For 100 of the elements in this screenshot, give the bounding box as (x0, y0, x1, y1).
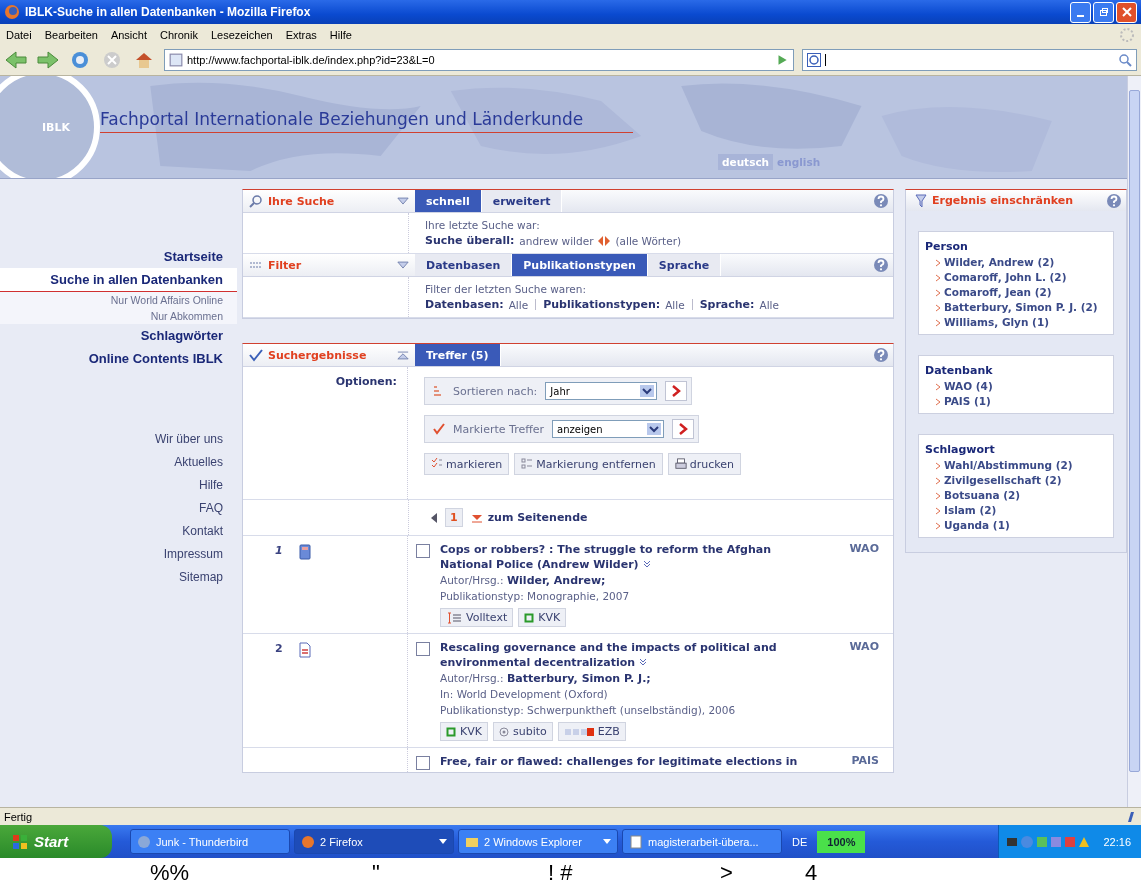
help-icon[interactable] (873, 347, 889, 363)
facet-link[interactable]: Williams, Glyn (1) (925, 316, 1107, 328)
sidebar-item[interactable]: Hilfe (0, 474, 237, 497)
go-button[interactable] (665, 381, 688, 401)
facet-link[interactable]: Zivilgesellschaft (2) (925, 474, 1107, 486)
arrows-icon[interactable] (598, 235, 611, 246)
sidebar-item[interactable]: Startseite (0, 245, 237, 268)
author-name[interactable]: Batterbury, Simon P. J.; (506, 672, 651, 685)
status-icon (1125, 810, 1137, 823)
action-button[interactable]: markieren (424, 453, 510, 475)
panel-header[interactable]: Ihre Suche (243, 190, 415, 212)
query-label: Suche überall: (425, 234, 515, 247)
tab[interactable]: Sprache (647, 254, 722, 276)
zoom-indicator[interactable]: 100% (817, 830, 866, 853)
record-title[interactable]: Rescaling governance and the impacts of political and environmental decentralization (440, 640, 810, 670)
checkbox[interactable] (416, 756, 430, 770)
help-icon[interactable] (873, 257, 889, 273)
sidebar-item[interactable]: Impressum (0, 543, 237, 566)
facet-link[interactable]: PAIS (1) (925, 395, 1107, 407)
link-button[interactable]: EZB (557, 722, 626, 741)
menu-item[interactable]: Bearbeiten (44, 28, 98, 41)
page-icon (169, 53, 183, 67)
double-chevron-icon[interactable] (642, 560, 651, 568)
print-button[interactable]: drucken (667, 453, 742, 475)
action-button[interactable]: Markierung entfernen (514, 453, 663, 475)
record-detail: In: World Development (Oxford) (440, 687, 609, 702)
scrollbar[interactable] (1127, 76, 1141, 807)
menu-item[interactable]: Ansicht (110, 28, 147, 41)
checkbox[interactable] (416, 544, 430, 558)
firefox-icon (4, 4, 20, 20)
menu-item[interactable]: Hilfe (329, 28, 352, 41)
tab[interactable]: Treffer (5) (415, 344, 501, 366)
sidebar-item[interactable]: Nur World Affairs Online (0, 292, 237, 308)
help-icon[interactable] (1106, 192, 1122, 209)
facet-link[interactable]: Wilder, Andrew (2) (925, 256, 1107, 268)
checkbox[interactable] (416, 642, 430, 656)
sidebar-item[interactable]: Aktuelles (0, 451, 237, 474)
maximize-button[interactable] (1093, 1, 1114, 23)
chevron-icon (671, 385, 682, 397)
menu-item[interactable]: Datei (6, 28, 32, 41)
record-title[interactable]: Free, fair or flawed: challenges for legitimate elections in (440, 754, 810, 769)
tab[interactable]: Datenbasen (415, 254, 513, 276)
dropdown-arrow-icon[interactable] (647, 423, 662, 435)
minimize-button[interactable] (1070, 1, 1091, 23)
record-title[interactable]: Cops or robbers? : The struggle to reform the Afghan National Police (Andrew Wilder) (440, 542, 810, 572)
help-icon[interactable] (873, 193, 889, 209)
back-arrow-icon[interactable] (4, 50, 28, 70)
sidebar-item[interactable]: Nur Abkommen (0, 308, 237, 324)
facet-link[interactable]: WAO (4) (925, 380, 1107, 392)
collapse-icon[interactable] (397, 196, 409, 206)
page-end-link[interactable]: zum Seitenende (470, 511, 588, 524)
start-button[interactable]: Start (0, 825, 112, 858)
facet-link[interactable]: Uganda (1) (925, 519, 1107, 531)
taskbar-button[interactable]: 2 Firefox (294, 829, 454, 854)
sidebar-item[interactable]: FAQ (0, 497, 237, 520)
search-engine-icon[interactable] (807, 53, 821, 67)
search-icon[interactable] (1118, 53, 1132, 67)
marked-dropdown[interactable]: anzeigen (552, 420, 665, 438)
go-button[interactable] (672, 419, 695, 439)
language-indicator[interactable]: DE (786, 835, 814, 848)
address-field[interactable]: http://www.fachportal-iblk.de/index.php?id=23&L=0 (164, 49, 794, 71)
previous-page-icon[interactable] (431, 512, 437, 523)
sidebar-item[interactable]: Suche in allen Datenbanken (0, 268, 237, 292)
panel-header[interactable]: Filter (243, 254, 415, 276)
link-button[interactable]: Volltext (440, 608, 514, 627)
search-field[interactable] (802, 49, 1137, 71)
taskbar-button[interactable]: Junk - Thunderbird (130, 829, 290, 854)
facet-link[interactable]: Comaroff, John L. (2) (925, 271, 1107, 283)
menu-item[interactable]: Chronik (160, 28, 198, 41)
sidebar-item[interactable]: Online Contents IBLK (0, 347, 237, 370)
tab[interactable]: erweitert (481, 190, 563, 212)
menu-item[interactable]: Lesezeichen (210, 28, 273, 41)
sidebar-item[interactable]: Schlagwörter (0, 324, 237, 347)
forward-arrow-icon[interactable] (36, 50, 60, 70)
double-chevron-icon[interactable] (639, 658, 648, 666)
sidebar-item[interactable]: Kontakt (0, 520, 237, 543)
author-name[interactable]: Wilder, Andrew; (506, 574, 606, 587)
facet-link[interactable]: Comaroff, Jean (2) (925, 286, 1107, 298)
sidebar-item[interactable]: Sitemap (0, 566, 237, 589)
tab[interactable]: Publikationstypen (512, 254, 648, 276)
facet-link[interactable]: Botsuana (2) (925, 489, 1107, 501)
sidebar-item[interactable]: Wir über uns (0, 428, 237, 451)
facet-link[interactable]: Islam (2) (925, 504, 1107, 516)
link-button[interactable]: KVK (440, 722, 488, 741)
expand-icon[interactable] (397, 350, 409, 360)
dropdown-arrow-icon[interactable] (640, 385, 655, 397)
link-button[interactable]: subito (492, 722, 553, 741)
taskbar-button[interactable]: 2 Windows Explorer (458, 829, 618, 854)
close-button[interactable] (1116, 1, 1137, 23)
collapse-icon[interactable] (397, 260, 409, 270)
facet-link[interactable]: Batterbury, Simon P. J. (2) (925, 301, 1107, 313)
source-tag: WAO (849, 640, 879, 741)
menu-item[interactable]: Extras (285, 28, 317, 41)
taskbar-button[interactable]: magisterarbeit-übera... (622, 829, 782, 854)
panel-header[interactable]: Suchergebnisse (243, 344, 415, 366)
sort-dropdown[interactable]: Jahr (545, 382, 658, 400)
printer-icon (674, 457, 687, 471)
facet-link[interactable]: Wahl/Abstimmung (2) (925, 459, 1107, 471)
link-button[interactable]: KVK (518, 608, 567, 627)
tab[interactable]: schnell (415, 190, 482, 212)
